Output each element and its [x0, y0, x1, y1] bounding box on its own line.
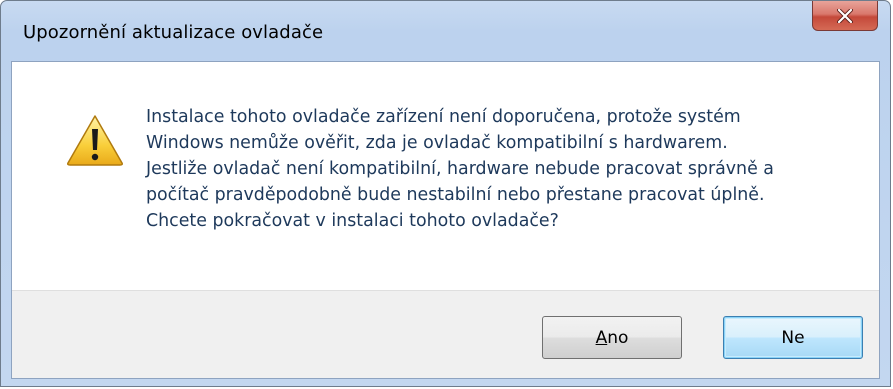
window-title: Upozornění aktualizace ovladače: [23, 22, 324, 43]
close-button[interactable]: [812, 1, 878, 31]
button-bar: Ano Ne: [12, 290, 879, 378]
message-line: Instalace tohoto ovladače zařízení není …: [146, 107, 741, 127]
title-bar[interactable]: Upozornění aktualizace ovladače: [1, 1, 890, 57]
message-line: Jestliže ovladač není kompatibilní, hard…: [146, 159, 774, 179]
close-icon: [837, 8, 853, 23]
message-line: Windows nemůže ověřit, zda je ovladač ko…: [146, 133, 728, 153]
no-button-label: Ne: [781, 327, 805, 348]
warning-icon: [67, 115, 123, 166]
message-line: Chcete pokračovat v instalaci tohoto ovl…: [146, 211, 559, 231]
message-line: počítač pravděpodobně bude nestabilní ne…: [146, 185, 765, 205]
yes-button[interactable]: Ano: [542, 316, 682, 359]
message-area: Instalace tohoto ovladače zařízení není …: [12, 62, 879, 290]
message-text: Instalace tohoto ovladače zařízení není …: [146, 104, 846, 234]
no-button[interactable]: Ne: [723, 316, 863, 359]
dialog-window: Upozornění aktualizace ovladače Instalac…: [0, 0, 891, 387]
dialog-client-area: Instalace tohoto ovladače zařízení není …: [11, 61, 880, 379]
yes-button-label: Ano: [595, 327, 629, 348]
